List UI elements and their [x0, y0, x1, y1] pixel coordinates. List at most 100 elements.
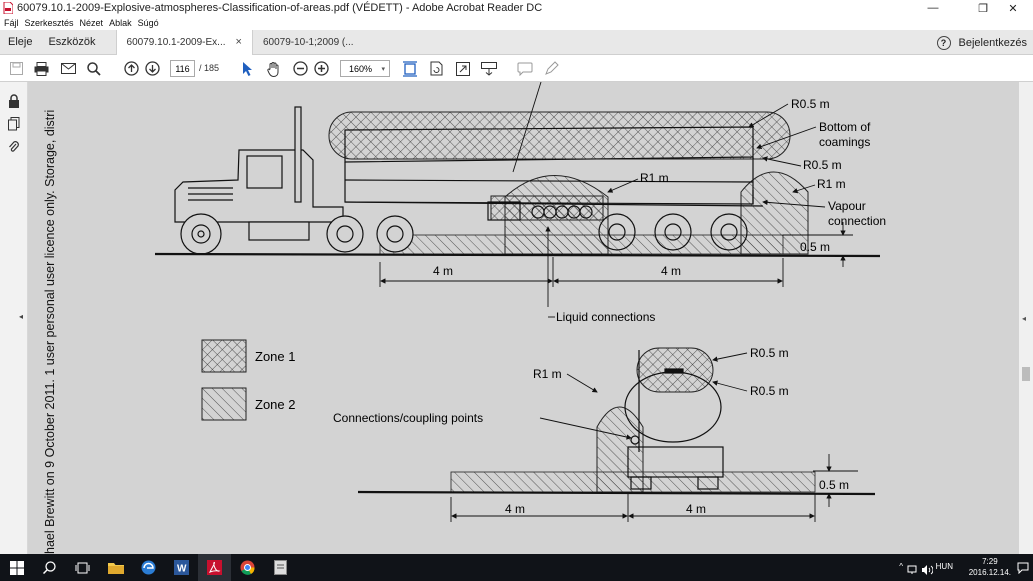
legend-zone2-swatch	[201, 387, 247, 421]
fit-page-icon[interactable]	[402, 59, 418, 78]
menu-window[interactable]: Ablak	[109, 18, 132, 28]
browser-edge-icon[interactable]	[132, 554, 165, 581]
page-number-input[interactable]: 116	[170, 60, 195, 77]
pages-icon[interactable]	[8, 117, 20, 136]
print-icon[interactable]	[33, 59, 49, 78]
minimize-icon: —	[927, 2, 939, 14]
system-clock[interactable]: 7:29 2016.12.14.	[969, 556, 1011, 578]
label-dim-4m-left-bottom: 4 m	[505, 502, 525, 516]
document-app-icon[interactable]	[264, 554, 297, 581]
save-icon[interactable]	[8, 59, 24, 78]
windows-taskbar: W ^ HUN 7:29 2016.12.14.	[0, 554, 1033, 581]
page-margin-right	[928, 82, 1033, 554]
zone1-tank-envelope	[328, 111, 791, 160]
window-title: 60079.10.1-2009-Explosive-atmospheres-Cl…	[17, 2, 543, 14]
label-r05-top: R0.5 m	[791, 97, 830, 111]
signin-area: ? Bejelentkezés	[936, 30, 1028, 55]
label-dim-4m-right-bottom: 4 m	[686, 502, 706, 516]
notifications-icon[interactable]	[1017, 561, 1029, 579]
menu-help[interactable]: Súgó	[138, 18, 159, 28]
vertical-scrollbar[interactable]: ◂	[1019, 82, 1033, 554]
label-dim-05-bottom: 0.5 m	[819, 478, 849, 492]
zone1-liquid-area	[490, 195, 604, 221]
label-bottom-of: Bottom of	[819, 120, 871, 134]
menu-file[interactable]: Fájl	[4, 18, 19, 28]
label-connection: connection	[828, 214, 886, 228]
svg-text:W: W	[177, 564, 187, 575]
clock-time: 7:29	[982, 557, 998, 566]
left-navigation-rail: ◂	[0, 82, 28, 554]
comment-icon[interactable]	[517, 59, 533, 78]
legend-zone2-label: Zone 2	[255, 397, 295, 412]
clock-date: 2016.12.14.	[968, 568, 1011, 577]
document-tab-active[interactable]: 60079.10.1-2009-Ex... ×	[115, 29, 253, 55]
zoom-select[interactable]: 160% ▾	[340, 60, 390, 77]
file-explorer-icon[interactable]	[99, 554, 132, 581]
document-viewer[interactable]: hael Brewitt on 9 October 2011. 1 user p…	[28, 82, 1033, 554]
label-r05-mid: R0.5 m	[803, 158, 842, 172]
acrobat-file-icon	[3, 1, 14, 15]
document-tab-label: 60079.10.1-2009-Ex...	[126, 36, 226, 48]
task-view-icon[interactable]	[66, 554, 99, 581]
label-r05-mid-bottomfig: R0.5 m	[750, 384, 789, 398]
attachment-icon[interactable]	[8, 140, 20, 159]
zone-classification-figure: R0.5 m Bottom of coamings R0.5 m R1 m R1…	[154, 82, 886, 522]
hand-tool-icon[interactable]	[266, 59, 282, 78]
minimize-button[interactable]: —	[913, 0, 953, 16]
zoom-out-icon[interactable]	[292, 59, 308, 78]
input-language[interactable]: HUN	[936, 562, 953, 571]
volume-icon[interactable]	[922, 562, 934, 580]
legend-zone1-swatch	[201, 339, 247, 373]
menu-bar: Fájl Szerkesztés Nézet Ablak Súgó	[0, 16, 1033, 30]
tools-tab[interactable]: Eszközök	[40, 36, 103, 48]
search-taskbar-icon[interactable]	[33, 554, 66, 581]
zoom-in-icon[interactable]	[313, 59, 329, 78]
help-icon[interactable]: ?	[936, 35, 951, 50]
label-liquid-connections: Liquid connections	[556, 310, 655, 324]
search-icon[interactable]	[86, 59, 102, 78]
document-tab-label: 60079-10-1;2009 (...	[262, 36, 354, 48]
zoom-value: 160%	[349, 63, 373, 74]
label-coamings: coamings	[819, 135, 870, 149]
label-r1-vapour: R1 m	[817, 177, 846, 191]
pdf-page: R0.5 m Bottom of coamings R0.5 m R1 m R1…	[153, 82, 928, 554]
network-icon[interactable]	[907, 562, 917, 580]
chrome-icon[interactable]	[231, 554, 264, 581]
fullscreen-icon[interactable]	[455, 59, 471, 78]
label-dim-05-top: 0.5 m	[800, 240, 830, 254]
document-tab[interactable]: 60079-10-1;2009 (...	[253, 30, 364, 55]
zone2-dome-bottom	[596, 406, 644, 493]
collapse-panel-icon[interactable]: ◂	[19, 312, 23, 321]
next-page-icon[interactable]	[144, 59, 160, 78]
highlight-pen-icon[interactable]	[543, 59, 559, 78]
label-dim-4m-left: 4 m	[433, 264, 453, 278]
tab-bar: Eleje Eszközök 60079.10.1-2009-Ex... × 6…	[0, 29, 1033, 55]
menu-view[interactable]: Nézet	[80, 18, 104, 28]
select-cursor-icon[interactable]	[240, 59, 256, 78]
label-coupling-points: Connections/coupling points	[333, 411, 483, 425]
signin-link[interactable]: Bejelentkezés	[959, 37, 1028, 49]
label-vapour: Vapour	[828, 199, 866, 213]
licence-watermark: hael Brewitt on 9 October 2011. 1 user p…	[43, 109, 57, 554]
lock-icon[interactable]	[8, 94, 20, 113]
close-window-button[interactable]: ✕	[993, 0, 1033, 16]
scrollbar-thumb[interactable]	[1022, 367, 1030, 381]
title-bar: 60079.10.1-2009-Explosive-atmospheres-Cl…	[0, 0, 1033, 16]
menu-edit[interactable]: Szerkesztés	[25, 18, 74, 28]
label-r1-bottomfig: R1 m	[533, 367, 562, 381]
scroll-mode-icon[interactable]	[481, 59, 497, 78]
home-tab[interactable]: Eleje	[0, 36, 40, 48]
close-tab-icon[interactable]: ×	[236, 36, 242, 48]
word-icon[interactable]: W	[165, 554, 198, 581]
system-tray-chevron-icon[interactable]: ^	[899, 562, 903, 571]
page-total: / 185	[199, 63, 220, 73]
scroll-left-icon[interactable]: ◂	[1022, 314, 1026, 323]
acrobat-taskbar-icon[interactable]	[198, 554, 231, 581]
label-dim-4m-right: 4 m	[661, 264, 681, 278]
previous-page-icon[interactable]	[123, 59, 139, 78]
rotate-view-icon[interactable]	[428, 59, 444, 78]
toolbar: 116 / 185 160% ▾	[0, 55, 1033, 82]
email-icon[interactable]	[60, 59, 76, 78]
label-r05-top-bottomfig: R0.5 m	[750, 346, 789, 360]
windows-start-icon[interactable]	[0, 554, 33, 581]
